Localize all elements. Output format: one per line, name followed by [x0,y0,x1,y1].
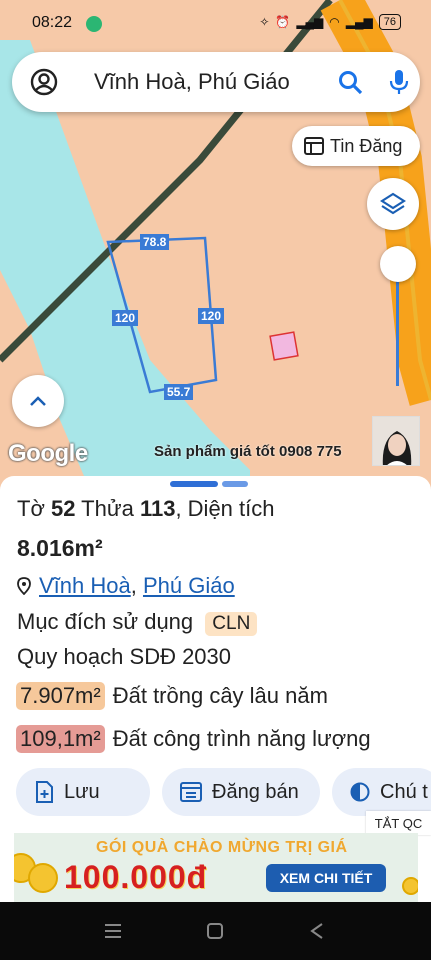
chevron-up-icon [30,396,46,406]
purpose-line: Mục đích sử dụng CLN [17,609,258,636]
coin-icon [402,877,418,895]
search-bar[interactable]: Vĩnh Hoà, Phú Giáo [12,52,420,112]
ward-link[interactable]: Vĩnh Hoà [39,573,131,598]
chat-notification-icon [86,16,102,32]
listing-icon [180,782,202,802]
alarm-icon: ⏰ [275,15,291,29]
district-link[interactable]: Phú Giáo [143,573,235,598]
parcel-title: Tờ 52 Thửa 113, Diện tích [17,496,274,522]
zone-row: 7.907m² Đất trồng cây lâu năm [16,682,328,710]
promo-detail-button[interactable]: XEM CHI TIẾT [266,864,386,892]
area-value: 8.016m² [17,535,103,562]
opacity-slider-knob[interactable] [380,246,416,282]
note-label: Chú t [380,780,428,803]
address-sep: , [130,573,137,598]
tin-dang-button[interactable]: Tin Đăng [292,126,420,166]
post-for-sale-button[interactable]: Đăng bán [162,768,320,816]
save-button[interactable]: Lưu [16,768,150,816]
location-pin-icon [17,577,31,595]
seller-avatar[interactable] [372,416,420,466]
opacity-slider-track[interactable] [396,270,399,386]
parcel-mid: Thửa [75,496,140,521]
plot-edge-label-top: 78.8 [140,234,170,250]
bookmark-add-icon [36,781,53,803]
signal-icon: ▂▄▆ [296,15,324,29]
sheet-drag-handle[interactable] [170,481,218,487]
plot-edge-label-left: 120 [112,310,139,326]
signal-icon-2: ▂▄▆ [345,15,373,29]
microphone-icon[interactable] [388,68,410,96]
plot-edge-label-bottom: 55.7 [164,384,194,400]
sheet-number: 52 [50,496,76,521]
system-nav-bar [0,902,431,960]
vibrate-icon: ✧ [259,15,270,29]
area-label: , Diện tích [175,496,275,521]
back-icon[interactable] [308,922,326,940]
promo-amount: 100.000đ [64,859,208,895]
note-button[interactable]: Chú t [332,768,431,816]
status-time: 08:22 [32,14,73,31]
search-icon[interactable] [338,70,364,96]
expand-up-button[interactable] [12,375,64,427]
google-logo: Google [8,440,88,467]
coin-icon [28,863,58,893]
sheet-drag-handle-secondary[interactable] [222,481,248,487]
zone-area-badge: 109,1m² [16,725,105,753]
battery-icon: 76 [378,14,401,30]
address-line: Vĩnh Hoà, Phú Giáo [17,573,235,599]
area-number: 8.016m² [17,535,103,561]
plot-edge-label-right: 120 [198,308,225,324]
listing-icon [304,137,324,155]
status-bar: 08:22 ✧ ⏰ ▂▄▆ ◠ ▂▄▆ 76 [0,0,431,48]
purpose-code-badge: CLN [205,612,258,636]
layers-icon [380,192,406,215]
purpose-label: Mục đích sử dụng [17,609,194,634]
save-label: Lưu [64,780,100,803]
plan-title: Quy hoạch SDĐ 2030 [17,644,232,669]
zone-description: Đất công trình năng lượng [112,726,371,751]
account-icon[interactable] [30,68,58,96]
home-icon[interactable] [206,922,224,940]
tin-dang-label: Tin Đăng [330,135,403,156]
layers-button[interactable] [367,178,419,230]
promo-line1: GÓI QUÀ CHÀO MỪNG TRỊ GIÁ [96,839,348,856]
parcel-prefix: Tờ [17,496,51,521]
person-icon [373,417,419,465]
contrast-icon [350,782,370,802]
zone-description: Đất trồng cây lâu năm [112,683,328,708]
wifi-icon: ◠ [329,15,340,29]
close-ad-button[interactable]: TẮT QC [366,811,431,835]
parcel-info-sheet: Tờ 52 Thửa 113, Diện tích 8.016m² Vĩnh H… [0,476,431,902]
recent-apps-icon[interactable] [103,922,123,940]
promo-banner[interactable]: GÓI QUÀ CHÀO MỪNG TRỊ GIÁ 100.000đ XEM C… [14,833,418,902]
promo-text: Sản phẩm giá tốt 0908 775 [154,443,342,460]
search-input[interactable]: Vĩnh Hoà, Phú Giáo [94,69,290,95]
zone-area-badge: 7.907m² [16,682,105,710]
post-for-sale-label: Đăng bán [212,780,299,803]
zone-row: 109,1m² Đất công trình năng lượng [16,725,371,753]
parcel-number: 113 [139,496,176,521]
